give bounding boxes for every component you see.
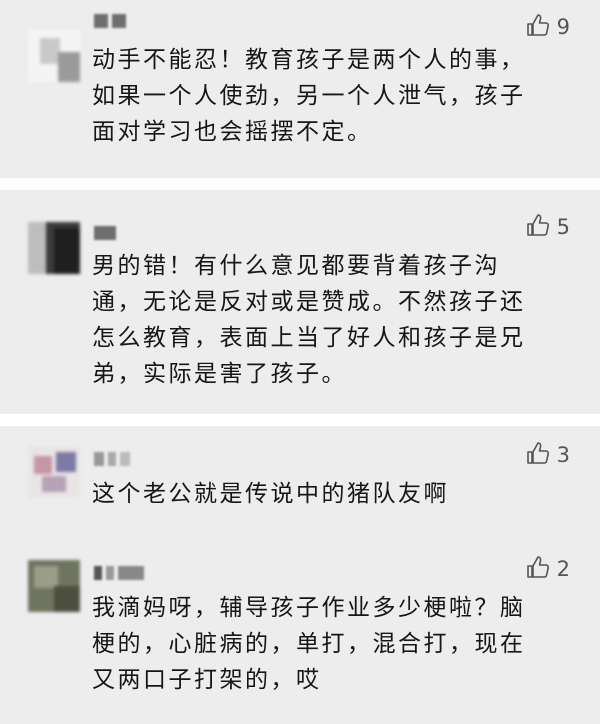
like-button[interactable]: 9 <box>525 12 570 42</box>
avatar[interactable] <box>28 560 80 612</box>
like-button[interactable]: 2 <box>525 554 570 584</box>
nickname-redacted <box>94 452 130 468</box>
nickname-redacted <box>94 14 126 30</box>
thumbs-up-icon <box>525 12 551 42</box>
panel-divider <box>0 414 600 426</box>
like-count: 9 <box>556 15 570 39</box>
like-count: 3 <box>556 443 570 467</box>
panel-divider <box>0 178 600 190</box>
like-button[interactable]: 3 <box>525 440 570 470</box>
avatar[interactable] <box>28 30 80 82</box>
like-count: 5 <box>556 215 570 239</box>
nickname-redacted <box>94 566 144 582</box>
avatar[interactable] <box>28 222 80 274</box>
comment-text: 动手不能忍！教育孩子是两个人的事， 如果一个人使劲，另一个人泄气，孩子 面对学习… <box>92 47 526 145</box>
comment-text: 我滴妈呀，辅导孩子作业多少梗啦？脑 梗的，心脏病的，单打，混合打，现在 又两口子… <box>92 595 526 693</box>
like-button[interactable]: 5 <box>525 212 570 242</box>
comment-text: 这个老公就是传说中的猪队友啊 <box>92 481 449 507</box>
avatar[interactable] <box>28 446 80 498</box>
nickname-redacted <box>94 226 116 242</box>
like-count: 2 <box>556 557 570 581</box>
comment-text: 男的错！有什么意见都要背着孩子沟 通，无论是反对或是赞成。不然孩子还 怎么教育，… <box>92 253 526 387</box>
thumbs-up-icon <box>525 212 551 242</box>
thumbs-up-icon <box>525 554 551 584</box>
thumbs-up-icon <box>525 440 551 470</box>
